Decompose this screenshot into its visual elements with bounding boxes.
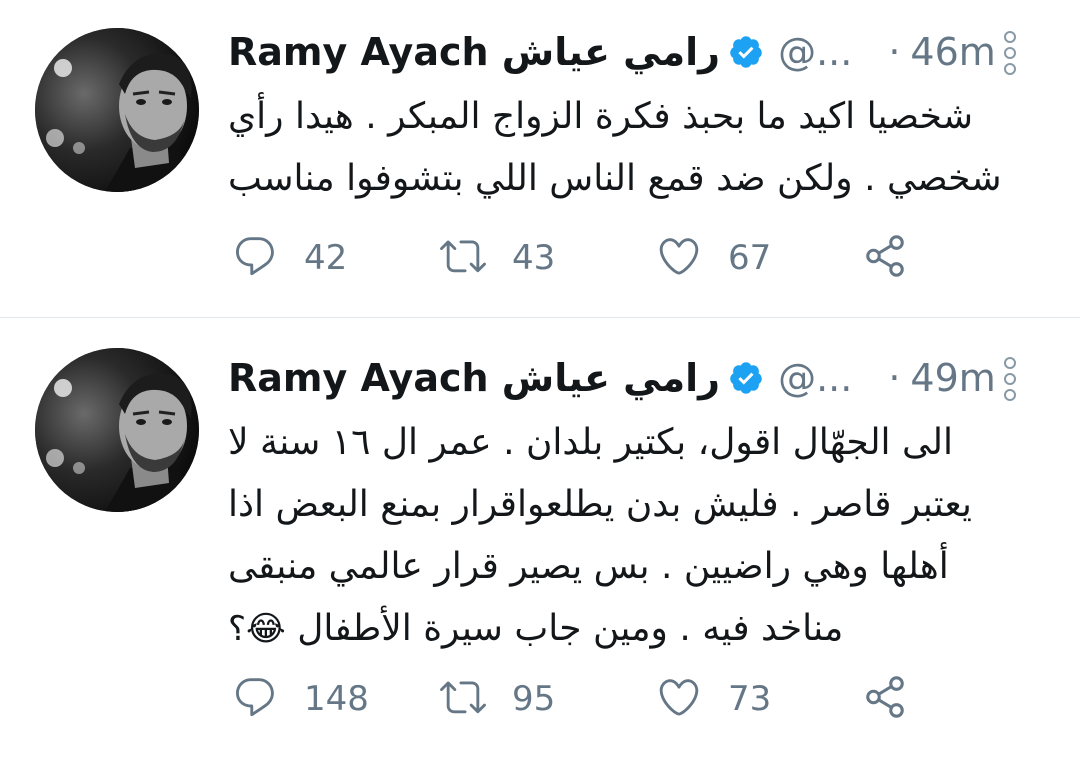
retweet-icon xyxy=(440,233,486,283)
share-icon xyxy=(862,674,908,724)
retweet-icon xyxy=(440,674,486,724)
verified-badge-icon xyxy=(728,34,764,70)
tweet-text-line: أهلها وهي راضيين . بس يصير قرار عالمي من… xyxy=(228,546,949,587)
tweet-text-line-part: مناخد فيه . ومين جاب سيرة الأطفال xyxy=(297,608,844,649)
share-button[interactable] xyxy=(862,233,908,283)
heart-icon xyxy=(656,233,702,283)
avatar[interactable] xyxy=(35,28,199,192)
tweet-text: شخصيا اكيد ما بحبذ فكرة الزواج المبكر . … xyxy=(228,86,1060,210)
tweet-item[interactable]: Ramy Ayach رامي عياش @... · 46m شخصيا اك… xyxy=(0,0,1080,318)
tweet-text-line: الى الجهّال اقول، بكتير بلدان . عمر ال ١… xyxy=(228,422,953,463)
like-button[interactable]: 67 xyxy=(656,233,771,283)
tweet-header: Ramy Ayach رامي عياش @... · 46m xyxy=(228,22,1060,82)
retweet-count: 43 xyxy=(512,238,556,278)
tweet-item[interactable]: Ramy Ayach رامي عياش @... · 49m الى الجه… xyxy=(0,318,1080,765)
author-handle[interactable]: @... xyxy=(778,356,852,400)
tweet-text-line: مناخد فيه . ومين جاب سيرة الأطفال 😂؟ xyxy=(228,598,1060,660)
author-name[interactable]: Ramy Ayach رامي عياش xyxy=(228,356,720,400)
laughing-emoji: 😂؟ xyxy=(228,609,286,649)
verified-badge-icon xyxy=(728,360,764,396)
reply-count: 42 xyxy=(304,238,348,278)
more-vertical-icon[interactable] xyxy=(1002,30,1018,76)
like-button[interactable]: 73 xyxy=(656,674,771,724)
tweet-text-line: شخصيا اكيد ما بحبذ فكرة الزواج المبكر . … xyxy=(228,96,974,137)
reply-button[interactable]: 148 xyxy=(232,674,369,724)
like-count: 73 xyxy=(728,679,772,719)
reply-icon xyxy=(232,233,278,283)
like-count: 67 xyxy=(728,238,772,278)
tweet-header: Ramy Ayach رامي عياش @... · 49m xyxy=(228,348,1060,408)
separator-dot: · xyxy=(888,356,901,400)
more-vertical-icon[interactable] xyxy=(1002,356,1018,402)
avatar[interactable] xyxy=(35,348,199,512)
tweet-text-line: شخصي . ولكن ضد قمع الناس اللي بتشوفوا من… xyxy=(228,158,1002,199)
avatar-photo xyxy=(35,28,199,192)
retweet-count: 95 xyxy=(512,679,556,719)
author-handle[interactable]: @... xyxy=(778,30,852,74)
heart-icon xyxy=(656,674,702,724)
reply-button[interactable]: 42 xyxy=(232,233,347,283)
retweet-button[interactable]: 43 xyxy=(440,233,555,283)
retweet-button[interactable]: 95 xyxy=(440,674,555,724)
timestamp[interactable]: 46m xyxy=(910,30,995,74)
tweet-text-line: يعتبر قاصر . فليش بدن يطلعواقرار بمنع ال… xyxy=(228,484,972,525)
author-name[interactable]: Ramy Ayach رامي عياش xyxy=(228,30,720,74)
reply-count: 148 xyxy=(304,679,369,719)
avatar-photo xyxy=(35,348,199,512)
tweet-text: الى الجهّال اقول، بكتير بلدان . عمر ال ١… xyxy=(228,412,1060,660)
share-button[interactable] xyxy=(862,674,908,724)
timestamp[interactable]: 49m xyxy=(910,356,995,400)
separator-dot: · xyxy=(888,30,901,74)
share-icon xyxy=(862,233,908,283)
reply-icon xyxy=(232,674,278,724)
